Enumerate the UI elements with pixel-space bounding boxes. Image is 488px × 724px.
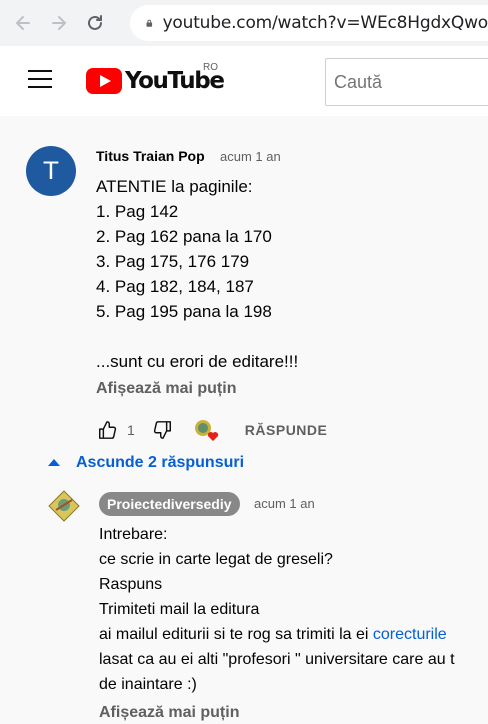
- lock-icon: [146, 19, 153, 27]
- comment-time[interactable]: acum 1 an: [220, 149, 281, 164]
- search-box[interactable]: [325, 58, 488, 106]
- reply-time[interactable]: acum 1 an: [254, 496, 315, 511]
- reply-line: Raspuns: [99, 576, 163, 593]
- reply-show-less-button[interactable]: Afișează mai puțin: [99, 704, 239, 722]
- reply-line: Trimiteti mail la editura: [99, 601, 260, 618]
- hide-replies-label: Ascunde 2 răspunsuri: [76, 454, 245, 471]
- reply-line: de inaintare :): [99, 676, 197, 693]
- reply-avatar[interactable]: [48, 490, 80, 522]
- comment-actions: 1 RĂSPUNDE: [96, 418, 327, 442]
- search-input[interactable]: [334, 71, 484, 93]
- hide-replies-button[interactable]: Ascunde 2 răspunsuri: [48, 454, 244, 472]
- reply-line: ai mailul editurii si te rog sa trimiti …: [99, 626, 373, 643]
- like-count: 1: [127, 422, 135, 438]
- comment-text: ATENTIE la paginile: 1. Pag 142 2. Pag 1…: [96, 177, 299, 371]
- reply-author-badge[interactable]: Proiectediversediy: [99, 492, 240, 516]
- play-icon: [86, 68, 122, 94]
- hamburger-menu-icon[interactable]: [28, 70, 52, 90]
- avatar[interactable]: T: [26, 146, 76, 196]
- like-icon[interactable]: [96, 419, 118, 441]
- show-less-button[interactable]: Afișează mai puțin: [96, 380, 236, 398]
- reply-line-with-link: ai mailul editurii si te rog sa trimiti …: [99, 622, 455, 647]
- back-icon[interactable]: [5, 5, 41, 41]
- address-bar[interactable]: youtube.com/watch?v=WEc8HgdxQwo: [130, 5, 488, 41]
- browser-toolbar: youtube.com/watch?v=WEc8HgdxQwo: [0, 0, 488, 46]
- reply-line: Intrebare:: [99, 526, 168, 543]
- url-text: youtube.com/watch?v=WEc8HgdxQwo: [162, 13, 488, 33]
- reply-line: ce scrie in carte legat de greseli?: [99, 551, 333, 568]
- reply-line: lasat ca au ei alti "profesori " univers…: [99, 651, 455, 668]
- dislike-icon[interactable]: [152, 419, 174, 441]
- chevron-up-icon: [48, 458, 60, 466]
- comments-section: T Titus Traian Pop acum 1 an ATENTIE la …: [0, 116, 488, 724]
- youtube-header: YouTube RO: [0, 46, 488, 116]
- reply-text: Intrebare: ce scrie in carte legat de gr…: [99, 522, 455, 697]
- reply-button[interactable]: RĂSPUNDE: [245, 422, 328, 438]
- comment-author[interactable]: Titus Traian Pop: [96, 148, 205, 164]
- country-code: RO: [203, 62, 218, 73]
- creator-heart-icon: [193, 418, 221, 442]
- reload-icon[interactable]: [77, 5, 113, 41]
- forward-icon[interactable]: [41, 5, 77, 41]
- reply-link[interactable]: corecturile: [373, 626, 447, 643]
